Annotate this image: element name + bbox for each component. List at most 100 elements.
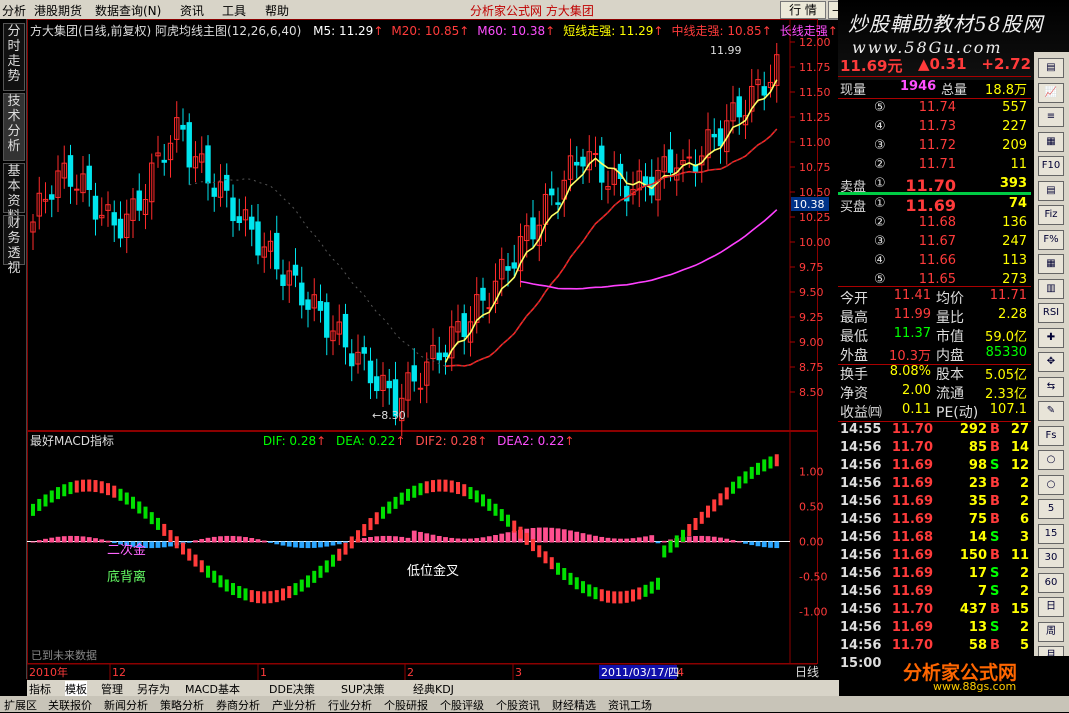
price-tick-1: 11.75 [799,61,831,74]
sell-level-3: ③ [874,138,886,153]
macd-step-block [531,539,535,552]
kline-chart[interactable]: 12.0011.7511.5011.2511.0010.7510.5010.25… [27,19,837,680]
macd-histogram-bar [149,541,155,549]
tool-button-1[interactable]: 📈 [1038,82,1064,103]
buy-level-4: ④ [874,253,886,268]
menu-item-3[interactable]: 资讯 [180,2,204,19]
status-item-6[interactable]: 行业分析 [328,697,372,713]
sell-vol-4: 227 [1002,119,1027,134]
tool-button-23[interactable]: 周 [1038,621,1064,642]
macd-histogram-bar [630,538,636,543]
status-item-11[interactable]: 资讯工场 [608,697,652,713]
tool-button-22[interactable]: 日 [1038,597,1064,617]
macd-histogram-bar [68,535,73,543]
bottom-tab-7[interactable]: 经典KDJ [413,681,454,697]
macd-step-block [237,586,242,599]
watermark-url: www.88gs.com [933,680,1017,693]
macd-step-block [643,584,648,597]
candle-body [342,313,349,348]
tick-price-5: 11.69 [891,512,933,527]
annot-second-cross: 二次金 [107,542,146,558]
tool-button-17[interactable]: ○ [1038,474,1064,495]
bottom-tab-6[interactable]: SUP决策 [341,681,385,697]
macd-histogram-bar [643,536,648,543]
menu-item-2[interactable]: 数据查询(N) [95,2,161,19]
tool-button-4[interactable]: F10 [1038,156,1064,176]
status-item-0[interactable]: 扩展区 [4,697,37,713]
macd-histogram-bar [155,541,161,548]
tool-button-11[interactable]: ✚ [1038,327,1064,348]
tab-technical[interactable]: 技术分析 [3,93,25,161]
candle-body [505,266,511,271]
tab-financials[interactable]: 财务透视 [3,215,25,276]
tool-button-2[interactable]: ≡ [1038,107,1064,127]
tool-button-10[interactable]: RSI [1038,303,1064,323]
status-item-5[interactable]: 产业分析 [272,697,316,713]
bottom-tab-5[interactable]: DDE决策 [269,681,315,697]
sell-vol-2: 11 [1010,157,1027,172]
tool-button-16[interactable]: ○ [1038,450,1064,470]
tool-button-0[interactable]: ▤ [1038,58,1064,78]
bottom-tab-4[interactable]: MACD基本 [185,681,240,697]
menu-item-1[interactable]: 港股期货 [34,2,82,19]
macd-histogram-bar [505,532,511,543]
tool-button-6[interactable]: Fiz [1038,205,1064,225]
macd-step-block [506,514,510,527]
tool-button-5[interactable]: ▤ [1038,180,1064,201]
bottom-tab-3[interactable]: 另存为 [137,681,170,697]
macd-histogram-bar [280,541,286,546]
candle-body [367,360,374,384]
macd-histogram-bar [561,529,567,543]
stat-label-1a: 最高 [840,310,868,326]
tab-fundamentals[interactable]: 基本资料 [3,163,25,224]
status-item-9[interactable]: 个股资讯 [496,697,540,713]
tool-button-8[interactable]: ▦ [1038,254,1064,274]
tool-button-15[interactable]: Fs [1038,425,1064,446]
bottom-tab-2[interactable]: 管理 [101,681,123,697]
tick-dir-6: S [990,530,1000,545]
candle-body [386,380,392,389]
tool-button-19[interactable]: 15 [1038,523,1064,544]
tool-button-7[interactable]: F% [1038,229,1064,250]
quote-button[interactable]: 行 情 [780,1,826,19]
status-item-4[interactable]: 券商分析 [216,697,260,713]
buy-level-2: ② [874,215,886,230]
macd-histogram-bar [499,533,505,543]
tab-intraday[interactable]: 分时走势 [3,23,25,91]
tool-button-3[interactable]: ▦ [1038,131,1064,152]
status-item-7[interactable]: 个股研报 [384,697,428,713]
macd-histogram-bar [580,533,586,543]
tool-button-18[interactable]: 5 [1038,499,1064,519]
price-tick-5: 10.75 [799,161,831,174]
macd-step-block [487,498,492,511]
tool-button-21[interactable]: 60 [1038,572,1064,593]
bottom-tab-1[interactable]: 模板 [65,681,87,697]
menu-item-4[interactable]: 工具 [222,2,246,19]
tool-button-20[interactable]: 30 [1038,548,1064,568]
tool-button-12[interactable]: ✥ [1038,352,1064,372]
buy-level-1: ① [874,196,886,211]
stat-label-4b: 股本 [936,367,964,383]
buy-price-1: 11.69 [905,196,956,215]
buy-price-4: 11.66 [918,253,956,268]
status-item-1[interactable]: 关联报价 [48,697,92,713]
menu-item-5[interactable]: 帮助 [265,2,289,19]
status-item-2[interactable]: 新闻分析 [104,697,148,713]
menu-item-0[interactable]: 分析 [2,2,26,19]
status-item-8[interactable]: 个股评级 [440,697,484,713]
status-item-10[interactable]: 财经精选 [552,697,596,713]
macd-dif2: DIF2: 0.28 [415,434,478,448]
annot-divergence: 底背离 [107,569,146,585]
bottom-tab-0[interactable]: 指标 [29,681,51,697]
macd-tick-3: -0.50 [799,571,827,584]
tool-button-14[interactable]: ✎ [1038,401,1064,421]
macd-step-block [37,498,42,511]
tool-button-9[interactable]: ▥ [1038,278,1064,299]
macd-step-block [49,490,54,503]
tick-count-10: 15 [1010,602,1029,617]
macd-histogram-bar [611,538,617,543]
status-item-3[interactable]: 策略分析 [160,697,204,713]
tool-button-13[interactable]: ⇆ [1038,376,1064,397]
macd-step-block [231,583,235,596]
tick-price-10: 11.70 [891,602,933,617]
